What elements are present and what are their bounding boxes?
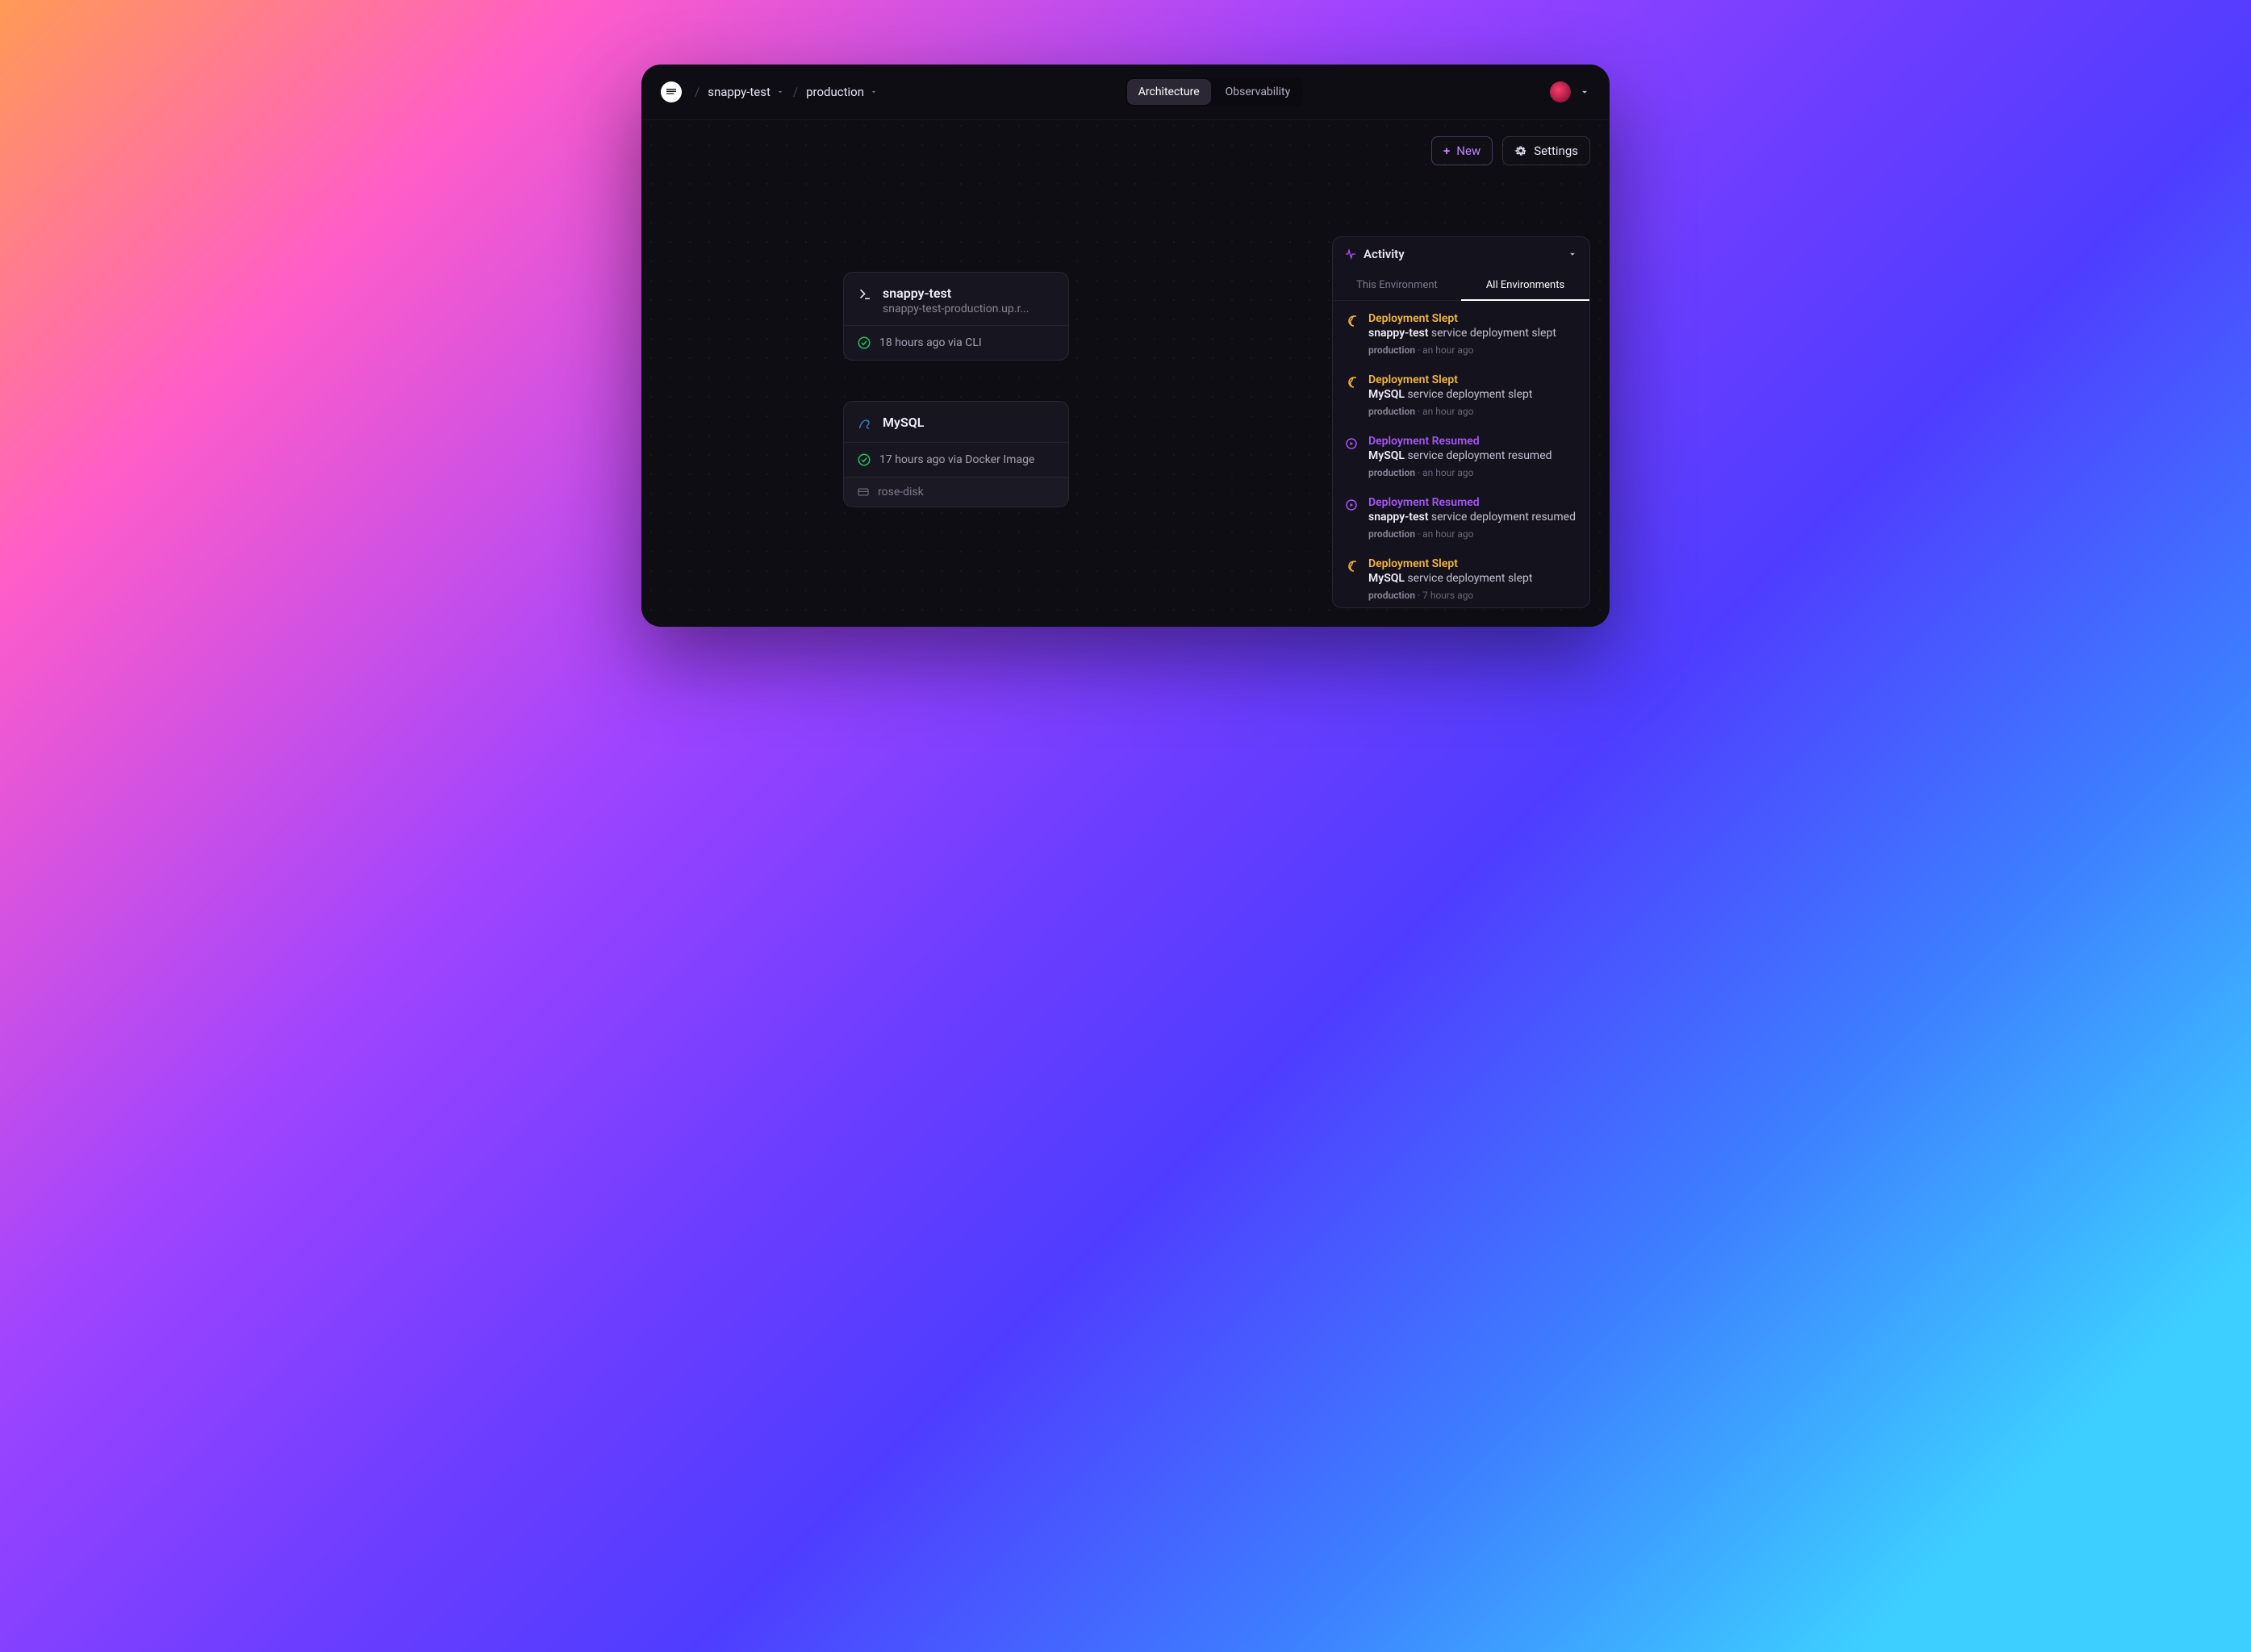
activity-item-title: Deployment Resumed bbox=[1368, 496, 1578, 509]
chevron-down-icon bbox=[1567, 248, 1578, 260]
activity-item-title: Deployment Resumed bbox=[1368, 435, 1578, 448]
activity-item-meta: production · an hour ago bbox=[1368, 344, 1578, 356]
terminal-icon bbox=[857, 286, 873, 302]
header: / snappy-test / production Architecture … bbox=[641, 65, 1610, 120]
app-window: / snappy-test / production Architecture … bbox=[641, 65, 1610, 627]
activity-tab-this-env[interactable]: This Environment bbox=[1333, 271, 1461, 300]
breadcrumb-project[interactable]: snappy-test bbox=[708, 85, 785, 99]
activity-item-title: Deployment Slept bbox=[1368, 373, 1578, 386]
avatar[interactable] bbox=[1550, 81, 1571, 102]
service-subtitle: snappy-test-production.up.r... bbox=[883, 302, 1029, 315]
activity-item[interactable]: Deployment Slept snappy-test service depl… bbox=[1333, 301, 1589, 362]
user-area bbox=[1550, 81, 1590, 102]
activity-item-desc: MySQL service deployment slept bbox=[1368, 388, 1578, 401]
activity-item-desc: snappy-test service deployment resumed bbox=[1368, 511, 1578, 524]
activity-header[interactable]: Activity bbox=[1333, 237, 1589, 271]
breadcrumb-env-label: production bbox=[806, 85, 864, 99]
activity-item-title: Deployment Slept bbox=[1368, 312, 1578, 325]
header-tabs: Architecture Observability bbox=[1126, 77, 1303, 106]
settings-button[interactable]: Settings bbox=[1502, 136, 1590, 165]
play-circle-icon bbox=[1344, 496, 1359, 540]
tab-architecture[interactable]: Architecture bbox=[1127, 79, 1211, 105]
activity-item-meta: production · an hour ago bbox=[1368, 467, 1578, 478]
activity-panel: Activity This Environment All Environmen… bbox=[1332, 236, 1590, 608]
activity-item-meta: production · 7 hours ago bbox=[1368, 590, 1578, 601]
activity-tabs: This Environment All Environments bbox=[1333, 271, 1589, 301]
moon-icon bbox=[1344, 557, 1359, 601]
moon-icon bbox=[1344, 312, 1359, 356]
activity-item-title: Deployment Slept bbox=[1368, 557, 1578, 570]
activity-item-meta: production · an hour ago bbox=[1368, 406, 1578, 417]
service-status: 18 hours ago via CLI bbox=[879, 336, 982, 349]
volume-label: rose-disk bbox=[878, 486, 924, 499]
activity-item-meta: production · an hour ago bbox=[1368, 528, 1578, 540]
chevron-down-icon[interactable] bbox=[1579, 86, 1590, 98]
railway-icon bbox=[665, 86, 678, 98]
breadcrumb-env[interactable]: production bbox=[806, 85, 879, 99]
activity-item[interactable]: Deployment Slept MySQL service deployment… bbox=[1333, 546, 1589, 607]
service-title: snappy-test bbox=[883, 286, 1029, 301]
activity-list: Deployment Slept snappy-test service depl… bbox=[1333, 301, 1589, 607]
volume-row[interactable]: rose-disk bbox=[844, 477, 1068, 507]
chevron-down-icon bbox=[775, 87, 785, 97]
chevron-down-icon bbox=[869, 87, 879, 97]
settings-button-label: Settings bbox=[1534, 144, 1578, 158]
activity-tab-all-env[interactable]: All Environments bbox=[1461, 271, 1589, 301]
new-button[interactable]: + New bbox=[1431, 136, 1493, 165]
disk-icon bbox=[857, 486, 870, 499]
new-button-label: New bbox=[1456, 144, 1480, 158]
canvas[interactable]: snappy-test snappy-test-production.up.r.… bbox=[641, 175, 1610, 627]
activity-item-desc: MySQL service deployment slept bbox=[1368, 572, 1578, 585]
activity-item-desc: snappy-test service deployment slept bbox=[1368, 327, 1578, 340]
service-card-mysql[interactable]: MySQL 17 hours ago via Docker Image rose… bbox=[843, 401, 1069, 507]
activity-item[interactable]: Deployment ResumedMySQL service deployme… bbox=[1333, 423, 1589, 485]
check-circle-icon bbox=[857, 336, 871, 350]
activity-item[interactable]: Deployment Resumed snappy-test service de… bbox=[1333, 485, 1589, 546]
toolbar: + New Settings bbox=[641, 120, 1610, 175]
service-title: MySQL bbox=[883, 415, 924, 430]
activity-item[interactable]: Deployment Slept MySQL service deployment… bbox=[1333, 362, 1589, 423]
breadcrumb-sep: / bbox=[793, 85, 798, 99]
service-status: 17 hours ago via Docker Image bbox=[879, 453, 1034, 466]
mysql-icon bbox=[857, 415, 873, 432]
activity-title: Activity bbox=[1364, 247, 1405, 261]
play-circle-icon bbox=[1344, 435, 1359, 478]
activity-item-desc: MySQL service deployment resumed bbox=[1368, 449, 1578, 462]
tab-observability[interactable]: Observability bbox=[1214, 79, 1302, 105]
breadcrumb-project-label: snappy-test bbox=[708, 85, 771, 99]
check-circle-icon bbox=[857, 453, 871, 467]
plus-icon: + bbox=[1443, 144, 1450, 158]
activity-icon bbox=[1344, 248, 1357, 261]
service-card-snappy-test[interactable]: snappy-test snappy-test-production.up.r.… bbox=[843, 272, 1069, 361]
moon-icon bbox=[1344, 373, 1359, 417]
gear-icon bbox=[1514, 144, 1527, 157]
breadcrumb: / snappy-test / production bbox=[695, 85, 879, 99]
breadcrumb-sep: / bbox=[695, 85, 700, 99]
logo[interactable] bbox=[661, 81, 682, 102]
